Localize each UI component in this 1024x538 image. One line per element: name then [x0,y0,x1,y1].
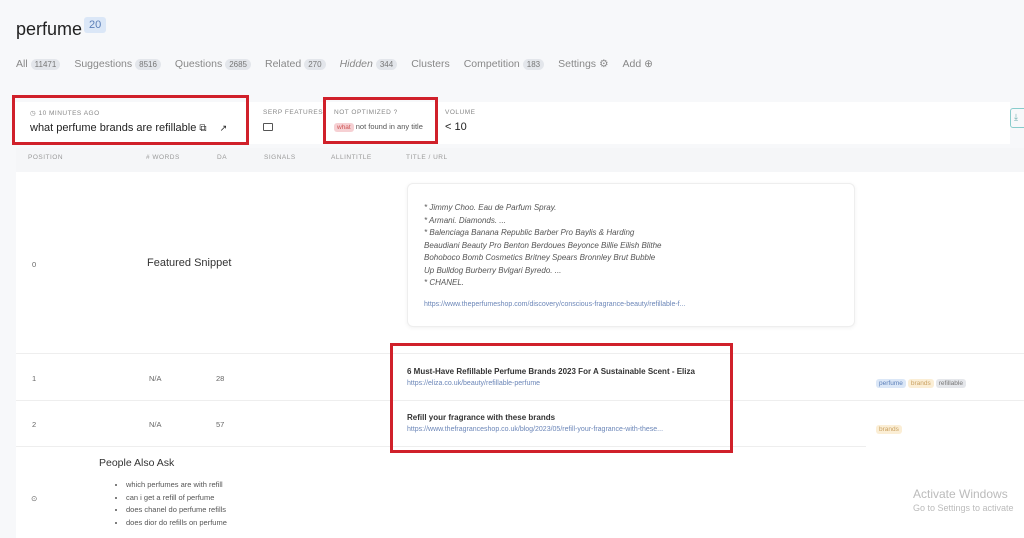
snippet-text: * Jimmy Choo. Eau de Parfum Spray. * Arm… [424,202,661,290]
tab-label: Questions [174,58,223,70]
tab-count: 344 [375,58,398,70]
tab-count: 11471 [30,58,61,70]
row-position: 1 [32,374,37,383]
tab-suggestions[interactable]: Suggestions 8516 [74,58,161,70]
paa-title: People Also Ask [99,457,175,469]
tag: perfume [876,379,906,388]
tab-competition[interactable]: Competition 183 [463,58,545,70]
row-words: N/A [149,374,162,383]
tab-label: Clusters [411,58,450,70]
snippet-line: * Armani. Diamonds. ... [424,215,506,225]
row-position: 2 [32,420,37,429]
col-position: POSITION [28,154,64,161]
tab-count: 8516 [135,58,161,70]
volume-value: < 10 [445,121,467,133]
snippet-line: Up Bulldog Burberry Bvlgari Byredo. ... [424,265,562,275]
tab-label: Settings [558,58,597,70]
tab-count: 270 [304,58,326,70]
snippet-line: Beaudiani Beauty Pro Benton Berdoues Bey… [424,240,662,250]
row-da: 57 [216,420,225,429]
col-words: # WORDS [146,154,180,161]
paa-item[interactable]: does dior do refills on perfume [126,517,227,530]
row-da: 28 [216,374,225,383]
snippet-line: * CHANEL. [424,278,465,287]
col-signals: SIGNALS [264,154,296,161]
paa-list: which perfumes are with refill can i get… [126,479,227,529]
count-badge: 20 [84,17,107,33]
windows-watermark: Activate Windows Go to Settings to activ… [913,487,1014,513]
watermark-line: Go to Settings to activate [913,503,1014,513]
volume-label: VOLUME [445,109,476,116]
tab-clusters[interactable]: Clusters [411,58,450,70]
tab-hidden[interactable]: Hidden 344 [340,58,398,70]
snippet-line: Bohoboco Bomb Cosmetics Britney Spears B… [424,253,656,262]
tab-settings[interactable]: Settings ⚙ [558,58,608,70]
highlight-keyword [12,95,249,145]
serp-features-label: SERP FEATURES [263,109,324,116]
tag: refillable [935,379,966,388]
featured-position: 0 [32,260,37,269]
col-title-url: TITLE / URL [406,154,448,161]
col-allintitle: ALLINTITLE [331,154,372,161]
tab-count: 183 [522,58,545,70]
tab-label: Related [265,58,302,70]
tab-count: 2685 [225,58,251,70]
tab-all[interactable]: All 11471 [16,58,61,70]
question-icon: ⊙ [31,494,38,503]
tab-label: Hidden [339,58,373,70]
tag: brands [876,425,902,434]
featured-snippet-label: Featured Snippet [147,257,232,269]
page-title: perfume [16,19,83,39]
watermark-line: Activate Windows [913,487,1008,501]
row-tags: perfume brands refillable [876,372,968,390]
paa-item[interactable]: can i get a refill of perfume [126,492,227,505]
col-da: DA [217,154,228,161]
tag: brands [907,379,934,388]
paa-item[interactable]: does chanel do perfume refills [126,504,227,517]
row-words: N/A [149,420,162,429]
tab-add[interactable]: Add ⊕ [622,58,653,70]
snippet-line: * Jimmy Choo. Eau de Parfum Spray. [424,203,557,212]
tab-label: Suggestions [74,58,133,70]
download-button[interactable]: ⤓ [1010,108,1024,128]
tab-questions[interactable]: Questions 2685 [175,58,251,70]
tab-label: Add [622,58,642,70]
tab-label: All [16,58,28,70]
paa-item[interactable]: which perfumes are with refill [126,479,227,492]
download-icon: ⤓ [1014,112,1018,122]
featured-snippet-card: * Jimmy Choo. Eau de Parfum Spray. * Arm… [407,183,855,327]
tab-bar: All 11471 Suggestions 8516 Questions 2685 R… [16,58,653,70]
highlight-not-optimized [323,97,438,144]
tab-label: Competition [463,58,520,70]
highlight-results [390,343,733,453]
snippet-line: * Balenciaga Banana Republic Barber Pro … [424,228,635,237]
snippet-url[interactable]: https://www.theperfumeshop.com/discovery… [424,301,685,308]
tab-related[interactable]: Related 270 [265,58,326,70]
serp-feature-icon [263,123,273,131]
row-tags: brands [876,418,904,436]
plus-circle-icon: ⊕ [644,58,653,70]
gear-icon: ⚙ [599,58,609,70]
table-header: POSITION # WORDS DA SIGNALS ALLINTITLE T… [16,148,1024,172]
